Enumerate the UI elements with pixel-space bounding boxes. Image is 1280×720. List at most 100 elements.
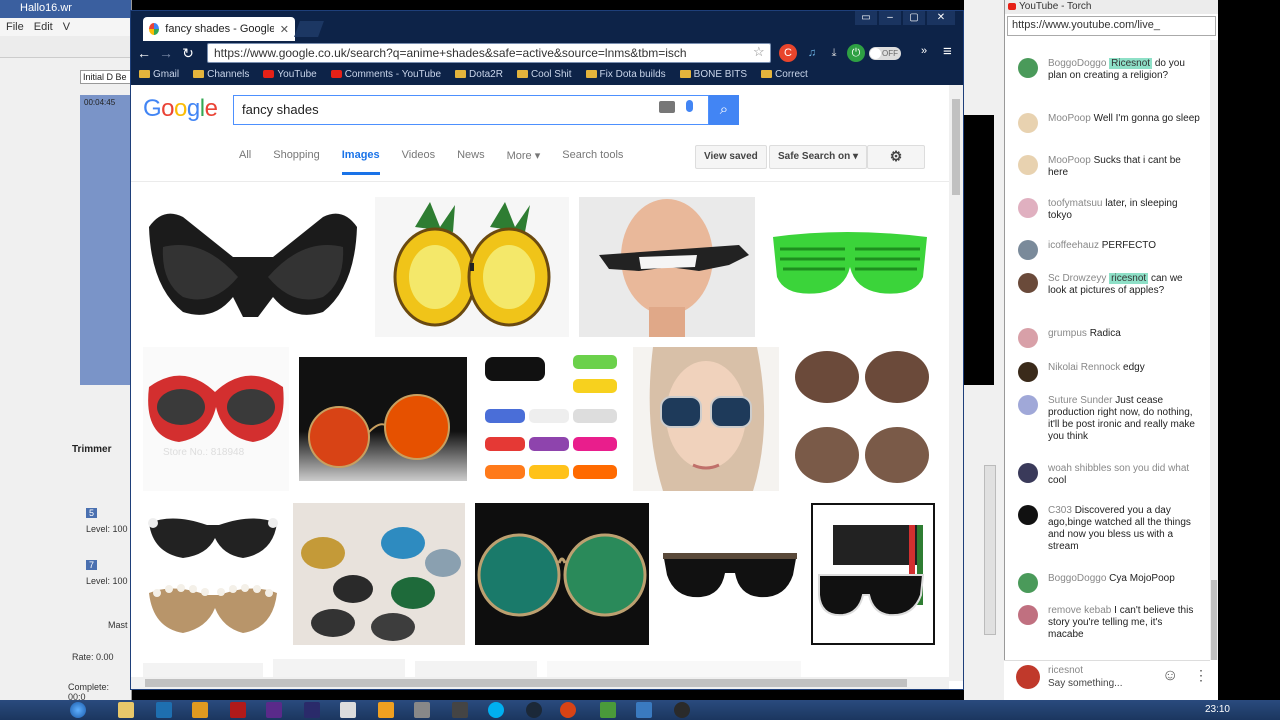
- torch-icon[interactable]: [560, 702, 576, 718]
- image-result[interactable]: Store No.: 818948: [143, 347, 289, 491]
- chat-scrollbar[interactable]: [1210, 40, 1218, 660]
- track-5[interactable]: 5: [72, 508, 132, 518]
- back-icon[interactable]: ←: [133, 42, 155, 64]
- image-result[interactable]: [811, 503, 935, 645]
- tab-shopping[interactable]: Shopping: [273, 149, 320, 175]
- tab-more[interactable]: More ▾: [507, 149, 541, 175]
- reload-icon[interactable]: ↻: [177, 42, 199, 64]
- bookmark-dota2r[interactable]: Dota2R: [455, 69, 503, 80]
- youtube-address-bar[interactable]: https://www.youtube.com/live_: [1007, 16, 1216, 36]
- view-saved-button[interactable]: View saved: [695, 145, 767, 169]
- image-result[interactable]: [375, 197, 569, 337]
- vertical-scrollbar[interactable]: [949, 85, 963, 681]
- menu-file[interactable]: File: [6, 21, 24, 33]
- app-icon[interactable]: [636, 702, 652, 718]
- editor-clip-select[interactable]: Initial D Be: [80, 70, 132, 84]
- chat-author[interactable]: BoggoDoggo: [1048, 58, 1106, 69]
- address-bar[interactable]: https://www.google.co.uk/search?q=anime+…: [207, 43, 771, 63]
- editor-waveform[interactable]: [80, 95, 132, 385]
- download-icon[interactable]: ⤓: [825, 44, 843, 62]
- app-icon[interactable]: [600, 702, 616, 718]
- power-icon[interactable]: ⏻: [847, 44, 865, 62]
- tab-close-icon[interactable]: ✕: [280, 23, 289, 36]
- image-result[interactable]: [475, 503, 649, 645]
- camera-icon[interactable]: [659, 101, 675, 113]
- explorer-icon[interactable]: [118, 702, 134, 718]
- app-icon[interactable]: [340, 702, 356, 718]
- vlc-icon[interactable]: [378, 702, 394, 718]
- minimize-button[interactable]: –: [879, 11, 901, 25]
- horizontal-scrollbar[interactable]: [131, 677, 949, 689]
- acrobat-icon[interactable]: [230, 702, 246, 718]
- search-input[interactable]: fancy shades: [233, 95, 709, 125]
- microphone-icon[interactable]: [686, 100, 693, 112]
- new-tab-button[interactable]: [294, 21, 324, 37]
- chat-author[interactable]: grumpus: [1048, 328, 1087, 339]
- start-button-icon[interactable]: [70, 702, 86, 718]
- bookmark-youtube[interactable]: YouTube: [263, 69, 317, 80]
- chat-author[interactable]: Sc Drowzeyy: [1048, 273, 1106, 284]
- close-window-button[interactable]: ✕: [927, 11, 955, 25]
- forward-icon[interactable]: →: [155, 42, 177, 64]
- chat-author[interactable]: toofymatsuu: [1048, 198, 1102, 209]
- bookmark-gmail[interactable]: Gmail: [139, 69, 179, 80]
- tab-search-tools[interactable]: Search tools: [562, 149, 623, 175]
- track-7[interactable]: 7: [72, 560, 132, 570]
- tab-google-search[interactable]: fancy shades - Google Se ✕: [143, 17, 295, 41]
- chat-author[interactable]: C303: [1048, 505, 1072, 516]
- bookmark-comments[interactable]: Comments - YouTube: [330, 69, 441, 80]
- image-result[interactable]: [293, 503, 465, 645]
- google-logo[interactable]: Google: [143, 95, 218, 123]
- bookmark-bone-bits[interactable]: BONE BITS: [679, 69, 747, 80]
- extension-toggle[interactable]: OFF: [869, 47, 901, 60]
- bookmark-fix-dota[interactable]: Fix Dota builds: [585, 69, 666, 80]
- more-options-icon[interactable]: ⋮: [1194, 667, 1208, 684]
- bookmark-star-icon[interactable]: ☆: [753, 44, 765, 60]
- chat-author[interactable]: Suture Sunder: [1048, 395, 1113, 406]
- window-extra-button[interactable]: ▭: [855, 11, 877, 25]
- tab-all[interactable]: All: [239, 149, 251, 175]
- tab-news[interactable]: News: [457, 149, 485, 175]
- chat-input[interactable]: Say something...: [1048, 678, 1122, 689]
- torch-extension-icon[interactable]: C: [779, 44, 797, 62]
- app-icon[interactable]: [452, 702, 468, 718]
- tab-images[interactable]: Images: [341, 149, 380, 175]
- image-result[interactable]: [299, 357, 467, 481]
- chat-author[interactable]: icoffeehauz: [1048, 240, 1099, 251]
- headphones-icon[interactable]: ♫: [803, 44, 821, 62]
- menu-edit[interactable]: Edit: [34, 21, 53, 33]
- image-result[interactable]: [579, 197, 755, 337]
- extensions-overflow-icon[interactable]: »: [921, 45, 927, 57]
- bookmark-cool[interactable]: Cool Shit: [516, 69, 572, 80]
- image-result[interactable]: [477, 347, 623, 491]
- chat-author[interactable]: MooPoop: [1048, 113, 1091, 124]
- chat-author[interactable]: MooPoop: [1048, 155, 1091, 166]
- maximize-button[interactable]: ▢: [903, 11, 925, 25]
- chat-author[interactable]: BoggoDoggo: [1048, 573, 1106, 584]
- menu-icon[interactable]: ≡: [943, 43, 952, 60]
- settings-gear-icon[interactable]: ⚙: [867, 145, 925, 169]
- image-result[interactable]: [143, 503, 283, 645]
- image-result[interactable]: [633, 347, 779, 491]
- chat-author[interactable]: woah shibbles son you did what: [1048, 463, 1189, 474]
- skype-icon[interactable]: [488, 702, 504, 718]
- image-result[interactable]: [143, 197, 365, 337]
- image-result[interactable]: [659, 503, 801, 645]
- image-result[interactable]: [789, 347, 935, 491]
- bookmark-correct[interactable]: Correct: [761, 69, 808, 80]
- search-button[interactable]: ⌕: [709, 95, 739, 125]
- safe-search-button[interactable]: Safe Search on ▾: [769, 145, 868, 169]
- app-icon[interactable]: [674, 702, 690, 718]
- steam-icon[interactable]: [526, 702, 542, 718]
- tab-videos[interactable]: Videos: [402, 149, 435, 175]
- chat-author[interactable]: remove kebab: [1048, 605, 1111, 616]
- photoshop-icon[interactable]: [156, 702, 172, 718]
- illustrator-icon[interactable]: [192, 702, 208, 718]
- after-effects-icon[interactable]: [266, 702, 282, 718]
- emoji-icon[interactable]: ☺: [1162, 667, 1178, 685]
- app-icon[interactable]: [414, 702, 430, 718]
- menu-view[interactable]: V: [63, 21, 70, 33]
- image-result[interactable]: [765, 197, 935, 337]
- premiere-icon[interactable]: [304, 702, 320, 718]
- bookmark-channels[interactable]: Channels: [193, 69, 249, 80]
